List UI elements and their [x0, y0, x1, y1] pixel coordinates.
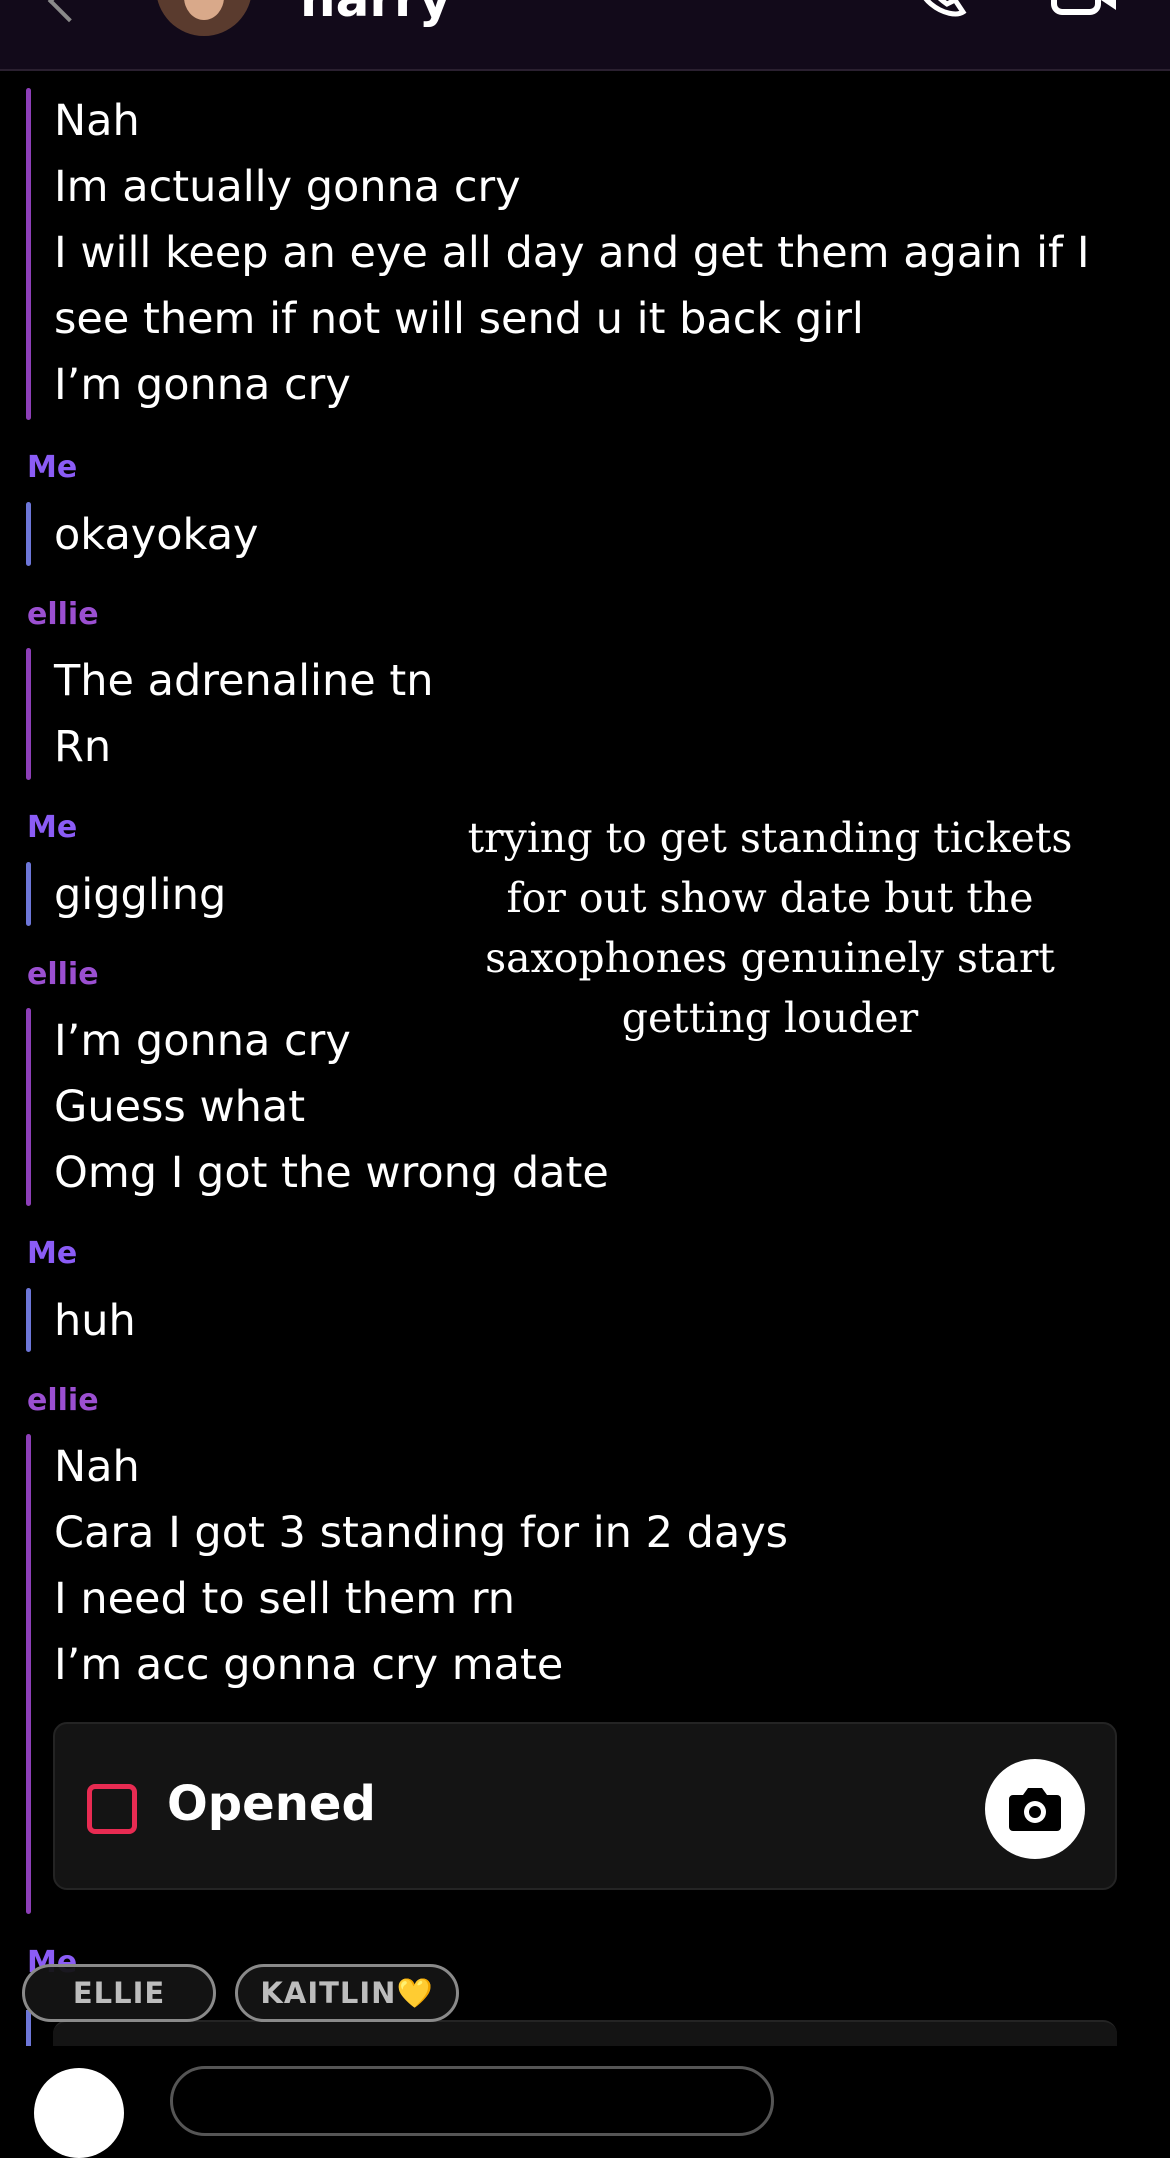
message-text[interactable]: The adrenaline tn	[54, 648, 433, 714]
message-lines: okayokay	[54, 502, 259, 568]
message-text[interactable]: Guess what	[54, 1074, 609, 1140]
message-text[interactable]: I will keep an eye all day and get them …	[54, 220, 1090, 286]
message-lines: The adrenaline tn Rn	[54, 648, 433, 780]
opened-label: Opened	[167, 1776, 376, 1832]
sender-label: ellie	[27, 597, 99, 632]
camera-icon	[1009, 1788, 1061, 1831]
message-text[interactable]: Nah	[54, 1434, 788, 1500]
opened-snap-card[interactable]: Opened	[53, 1722, 1117, 1890]
message-text[interactable]: Nah	[54, 88, 1090, 154]
message-text[interactable]: I need to sell them rn	[54, 1566, 788, 1632]
caption-line: trying to get standing tickets	[467, 814, 1073, 862]
sender-label: ellie	[27, 957, 99, 992]
message-accent-bar	[26, 862, 31, 926]
sender-label: Me	[27, 1236, 78, 1271]
phone-call-icon[interactable]	[915, 0, 967, 18]
overlay-caption: trying to get standing tickets for out s…	[440, 808, 1100, 1048]
message-text[interactable]: okayokay	[54, 502, 259, 568]
message-accent-bar	[26, 2010, 31, 2050]
message-text[interactable]: huh	[54, 1288, 136, 1354]
message-accent-bar	[26, 88, 31, 420]
chip-kaitlin[interactable]: KAITLIN💛	[235, 1964, 459, 2022]
message-lines: huh	[54, 1288, 136, 1354]
caption-line: getting louder	[621, 994, 919, 1042]
message-accent-bar	[26, 502, 31, 566]
sender-label: Me	[27, 450, 78, 485]
message-text[interactable]: Im actually gonna cry	[54, 154, 1090, 220]
chat-header: harry	[0, 0, 1170, 71]
message-lines: Nah Im actually gonna cry I will keep an…	[54, 88, 1090, 418]
chip-ellie[interactable]: ELLIE	[22, 1964, 216, 2022]
camera-capture-button[interactable]	[34, 2068, 124, 2158]
chat-title[interactable]: harry	[300, 0, 451, 28]
message-text[interactable]: Cara I got 3 standing for in 2 days	[54, 1500, 788, 1566]
message-lines: giggling	[54, 862, 226, 928]
avatar-face	[184, 0, 224, 20]
message-text[interactable]: giggling	[54, 862, 226, 928]
avatar[interactable]	[156, 0, 252, 36]
message-lines: Nah Cara I got 3 standing for in 2 days …	[54, 1434, 788, 1698]
back-chevron-icon[interactable]	[47, 0, 91, 23]
sender-label: ellie	[27, 1383, 99, 1418]
message-accent-bar	[26, 1008, 31, 1206]
message-text[interactable]: I’m gonna cry	[54, 352, 1090, 418]
camera-reply-button[interactable]	[985, 1759, 1085, 1859]
message-text[interactable]: I’m acc gonna cry mate	[54, 1632, 788, 1698]
opened-square-icon	[87, 1784, 137, 1834]
message-accent-bar	[26, 648, 31, 780]
caption-line: saxophones genuinely start	[485, 934, 1055, 982]
chat-input[interactable]	[170, 2066, 774, 2136]
video-call-icon[interactable]	[1050, 0, 1120, 18]
message-text[interactable]: see them if not will send u it back girl	[54, 286, 1090, 352]
message-accent-bar	[26, 1288, 31, 1352]
message-accent-bar	[26, 1434, 31, 1914]
sender-label: Me	[27, 810, 78, 845]
message-text[interactable]: Rn	[54, 714, 433, 780]
caption-line: for out show date but the	[506, 874, 1034, 922]
message-text[interactable]: Omg I got the wrong date	[54, 1140, 609, 1206]
